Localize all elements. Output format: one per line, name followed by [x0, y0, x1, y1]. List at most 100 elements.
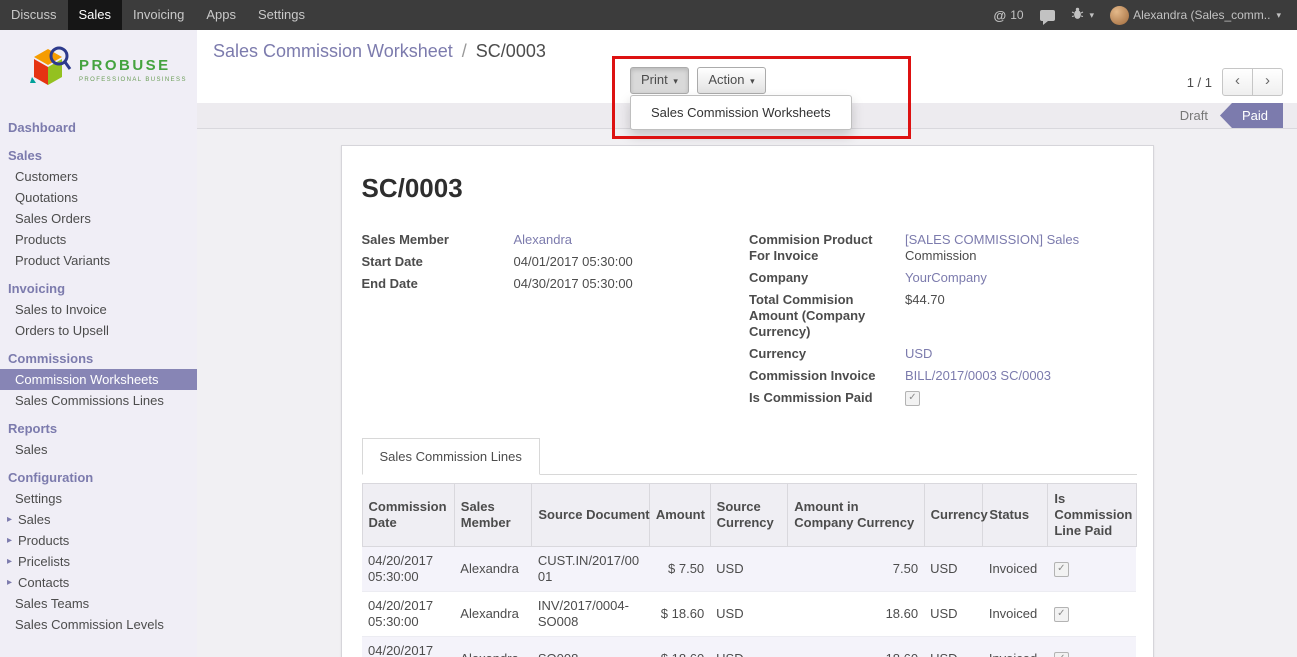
field-label: Is Commission Paid — [749, 390, 905, 406]
menu-apps[interactable]: Apps — [195, 0, 247, 30]
avatar — [1110, 6, 1129, 25]
sidebar-item-product-variants[interactable]: Product Variants — [0, 250, 197, 271]
company-link[interactable]: YourCompany — [905, 270, 987, 285]
field-value: USD — [905, 346, 1137, 362]
pager-previous-button[interactable]: ‹ — [1222, 68, 1253, 96]
cell-amount: $ 18.60 — [649, 637, 710, 657]
col-amount[interactable]: Amount — [649, 484, 710, 547]
menu-invoicing[interactable]: Invoicing — [122, 0, 195, 30]
col-status[interactable]: Status — [983, 484, 1048, 547]
currency-link[interactable]: USD — [905, 346, 932, 361]
debug-menu-button[interactable]: ▾ — [1063, 0, 1103, 30]
field-value: BILL/2017/0003 SC/0003 — [905, 368, 1137, 384]
dropdown-item-sales-commission-worksheets[interactable]: Sales Commission Worksheets — [631, 100, 851, 125]
sidebar-heading-invoicing[interactable]: Invoicing — [0, 278, 197, 299]
sidebar-item-pricelists[interactable]: ▸Pricelists — [0, 551, 197, 572]
sidebar-item-sales-to-invoice[interactable]: Sales to Invoice — [0, 299, 197, 320]
sidebar-item-quotations[interactable]: Quotations — [0, 187, 197, 208]
table-row[interactable]: 04/20/2017 05:30:00 Alexandra CUST.IN/20… — [362, 547, 1136, 592]
probuse-logo[interactable]: PROBUSE PROFESSIONAL BUSINESS — [0, 30, 197, 107]
sidebar-nav: Dashboard Sales Customers Quotations Sal… — [0, 117, 197, 635]
col-source-document[interactable]: Source Document — [532, 484, 649, 547]
sidebar-item-products[interactable]: Products — [0, 229, 197, 250]
sidebar-section-configuration: Configuration Settings ▸Sales ▸Products … — [0, 467, 197, 635]
tab-sales-commission-lines[interactable]: Sales Commission Lines — [362, 438, 540, 475]
sidebar-item-settings[interactable]: Settings — [0, 488, 197, 509]
table-row[interactable]: 04/20/2017 10:35:53 Alexandra SO008 $ 18… — [362, 637, 1136, 657]
cell-sales-member: Alexandra — [454, 592, 532, 637]
sidebar-item-sales-teams[interactable]: Sales Teams — [0, 593, 197, 614]
field-sales-member: Sales Member Alexandra — [362, 232, 750, 248]
sidebar-item-contacts[interactable]: ▸Contacts — [0, 572, 197, 593]
col-currency[interactable]: Currency — [924, 484, 983, 547]
cell-commission-date: 04/20/2017 10:35:53 — [362, 637, 454, 657]
chevron-left-icon: ‹ — [1235, 72, 1240, 89]
sidebar-heading-configuration[interactable]: Configuration — [0, 467, 197, 488]
sidebar-item-orders-to-upsell[interactable]: Orders to Upsell — [0, 320, 197, 341]
expander-icon: ▸ — [7, 533, 12, 548]
col-sales-member[interactable]: Sales Member — [454, 484, 532, 547]
is-commission-paid-checkbox: ✓ — [905, 391, 920, 406]
commission-invoice-link[interactable]: BILL/2017/0003 SC/0003 — [905, 368, 1051, 383]
cell-amount: $ 7.50 — [649, 547, 710, 592]
col-source-currency[interactable]: Source Currency — [710, 484, 788, 547]
mentions-count: 10 — [1010, 8, 1023, 22]
mentions-button[interactable]: @ 10 — [986, 0, 1032, 30]
caret-down-icon: ▾ — [1276, 10, 1281, 21]
field-end-date: End Date 04/30/2017 05:30:00 — [362, 276, 750, 292]
cell-line-paid: ✓ — [1048, 547, 1136, 592]
action-button[interactable]: Action ▾ — [697, 67, 765, 94]
sidebar-item-label: Products — [18, 533, 69, 548]
cell-sales-member: Alexandra — [454, 637, 532, 657]
cell-status: Invoiced — [983, 637, 1048, 657]
menu-sales[interactable]: Sales — [68, 0, 123, 30]
sidebar-section-invoicing: Invoicing Sales to Invoice Orders to Ups… — [0, 278, 197, 341]
statusbar-stage-draft[interactable]: Draft — [1168, 103, 1220, 128]
cell-source-document: SO008 — [532, 637, 649, 657]
field-group-left: Sales Member Alexandra Start Date 04/01/… — [362, 232, 750, 412]
user-menu[interactable]: Alexandra (Sales_comm.. ▾ — [1102, 0, 1289, 30]
check-icon: ✓ — [1055, 563, 1068, 575]
messages-button[interactable] — [1032, 0, 1063, 30]
pager-next-button[interactable]: › — [1253, 68, 1283, 96]
sidebar-item-config-products[interactable]: ▸ Products — [0, 530, 197, 551]
sidebar-item-sales-commissions-lines[interactable]: Sales Commissions Lines — [0, 390, 197, 411]
col-is-commission-line-paid[interactable]: Is Commission Line Paid — [1048, 484, 1136, 547]
sales-member-link[interactable]: Alexandra — [514, 232, 573, 247]
line-paid-checkbox: ✓ — [1054, 562, 1069, 577]
field-currency: Currency USD — [749, 346, 1137, 362]
sidebar-item-commission-worksheets[interactable]: Commission Worksheets — [0, 369, 197, 390]
field-label: Commision Product For Invoice — [749, 232, 905, 264]
breadcrumb-parent-link[interactable]: Sales Commission Worksheet — [213, 41, 453, 61]
commission-product-link[interactable]: [SALES COMMISSION] Sales — [905, 232, 1079, 247]
topbar-menu: Discuss Sales Invoicing Apps Settings — [0, 0, 316, 30]
field-label: Total Commision Amount (Company Currency… — [749, 292, 905, 340]
field-value: 04/01/2017 05:30:00 — [514, 254, 750, 270]
topbar: Discuss Sales Invoicing Apps Settings @ … — [0, 0, 1297, 30]
sidebar-heading-reports[interactable]: Reports — [0, 418, 197, 439]
chevron-right-icon: › — [1265, 72, 1270, 89]
sidebar-item-customers[interactable]: Customers — [0, 166, 197, 187]
field-label: Company — [749, 270, 905, 286]
sidebar-heading-commissions[interactable]: Commissions — [0, 348, 197, 369]
print-button[interactable]: Print ▾ — [630, 67, 689, 94]
menu-settings[interactable]: Settings — [247, 0, 316, 30]
menu-discuss[interactable]: Discuss — [0, 0, 68, 30]
caret-down-icon: ▾ — [673, 76, 678, 86]
caret-down-icon: ▾ — [1090, 10, 1095, 21]
sidebar-item-dashboard[interactable]: Dashboard — [0, 117, 197, 138]
commission-lines-table: Commission Date Sales Member Source Docu… — [362, 483, 1137, 657]
statusbar-stage-paid[interactable]: Paid — [1220, 103, 1283, 128]
table-row[interactable]: 04/20/2017 05:30:00 Alexandra INV/2017/0… — [362, 592, 1136, 637]
sidebar-item-config-sales[interactable]: ▸Sales — [0, 509, 197, 530]
action-buttons: Print ▾ Action ▾ Sales Commission Worksh… — [630, 67, 770, 94]
cell-status: Invoiced — [983, 592, 1048, 637]
field-label: Currency — [749, 346, 905, 362]
col-amount-company-currency[interactable]: Amount in Company Currency — [788, 484, 924, 547]
sidebar-heading-sales[interactable]: Sales — [0, 145, 197, 166]
cell-currency: USD — [924, 592, 983, 637]
sidebar-item-sales-orders[interactable]: Sales Orders — [0, 208, 197, 229]
col-commission-date[interactable]: Commission Date — [362, 484, 454, 547]
sidebar-item-sales-commission-levels[interactable]: Sales Commission Levels — [0, 614, 197, 635]
sidebar-item-reports-sales[interactable]: Sales — [0, 439, 197, 460]
